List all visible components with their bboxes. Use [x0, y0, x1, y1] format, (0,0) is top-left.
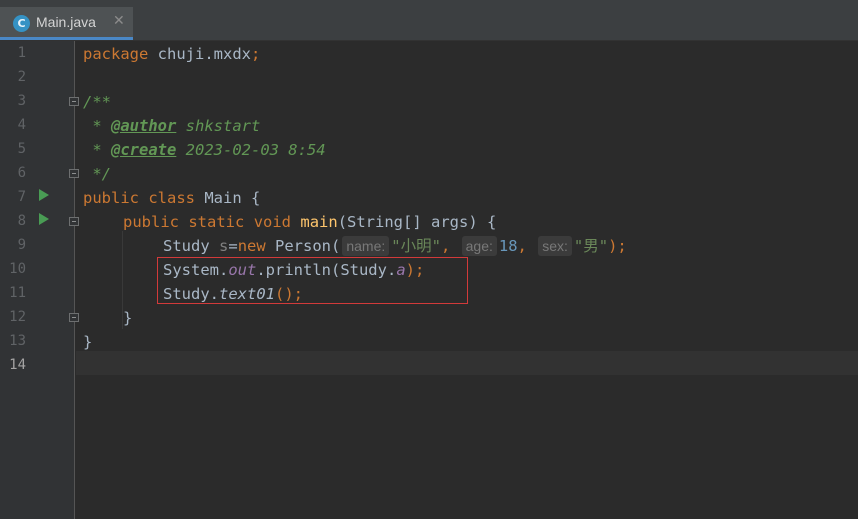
- doc-star: *: [83, 141, 111, 159]
- line-number: 10: [9, 261, 26, 277]
- code-line-4: * @author shkstart: [83, 114, 260, 138]
- code-line-13: }: [83, 333, 93, 351]
- constructor-call: Person(: [265, 237, 341, 255]
- fold-icon[interactable]: [69, 217, 79, 226]
- code-line-1: package chuji.mxdx;: [83, 42, 260, 66]
- line-number: 7: [17, 189, 26, 205]
- run-class-icon[interactable]: [39, 189, 49, 201]
- code-line-5: * @create 2023-02-03 8:54: [83, 138, 326, 162]
- line-number: 9: [17, 237, 26, 253]
- annotation-box: [157, 257, 468, 304]
- line-number: 4: [17, 117, 26, 133]
- method-name: main: [300, 213, 338, 231]
- doc-tag: @create: [111, 141, 177, 159]
- keyword: static: [188, 213, 245, 231]
- line-number: 5: [17, 141, 26, 157]
- line-number: 6: [17, 165, 26, 181]
- code-line-12: }: [123, 309, 133, 327]
- line-number: 1: [17, 45, 26, 61]
- fold-icon[interactable]: [69, 97, 79, 106]
- fold-icon[interactable]: [69, 169, 79, 178]
- run-main-icon[interactable]: [39, 213, 49, 225]
- statement-end: );: [608, 237, 627, 255]
- code-line-3: /**: [83, 93, 111, 111]
- tab-label: Main.java: [36, 14, 96, 30]
- code-line-7: public class Main {: [83, 186, 260, 210]
- keyword: new: [237, 237, 266, 255]
- fold-icon[interactable]: [69, 313, 79, 322]
- doc-tag: @author: [111, 117, 177, 135]
- param-hint: name:: [342, 236, 390, 256]
- line-number: 12: [9, 309, 26, 325]
- code-line-6: */: [83, 165, 111, 183]
- code-editor[interactable]: 1 2 3 4 5 6 7 8 9 10 11 12 13 14 package…: [0, 41, 858, 519]
- line-number: 2: [17, 69, 26, 85]
- ide-window: C Main.java ✕ 1 2 3 4 5 6 7 8 9 10 11 12…: [0, 0, 858, 519]
- operator: =: [228, 237, 238, 255]
- doc-value: shkstart: [176, 117, 261, 135]
- keyword: package: [83, 45, 149, 63]
- doc-star: *: [83, 117, 111, 135]
- current-line-highlight: [76, 351, 858, 375]
- java-class-icon: C: [13, 15, 30, 32]
- comma: ,: [517, 237, 527, 255]
- keyword: public: [123, 213, 179, 231]
- keyword: class: [148, 189, 196, 207]
- comma: ,: [440, 237, 451, 255]
- package-name: chuji.mxdx: [148, 45, 251, 63]
- string-literal: "男": [573, 237, 609, 255]
- method-params: (String[] args) {: [337, 213, 497, 231]
- param-hint: sex:: [538, 236, 572, 256]
- tab-main-java[interactable]: C Main.java ✕: [0, 7, 133, 40]
- code-line-9: Study s=new Person(name: "小明", age: 18, se…: [163, 234, 627, 258]
- number-literal: 18: [498, 237, 518, 255]
- variable-name: s: [219, 237, 229, 255]
- line-number: 11: [9, 285, 26, 301]
- close-icon[interactable]: ✕: [113, 13, 125, 29]
- line-number: 3: [17, 93, 26, 109]
- keyword: public: [83, 189, 139, 207]
- param-hint: age:: [461, 236, 497, 256]
- type-name: Study: [163, 237, 219, 255]
- line-number: 8: [17, 213, 26, 229]
- class-name: Main {: [195, 189, 261, 207]
- code-line-8: public static void main(String[] args) {: [123, 210, 496, 234]
- keyword: void: [253, 213, 292, 231]
- string-literal: "小明": [391, 237, 441, 255]
- line-number: 13: [9, 333, 26, 349]
- semicolon: ;: [250, 45, 261, 63]
- doc-value: 2023-02-03 8:54: [176, 141, 326, 159]
- editor-tab-bar: C Main.java ✕: [0, 0, 858, 41]
- line-number-current: 14: [9, 357, 26, 373]
